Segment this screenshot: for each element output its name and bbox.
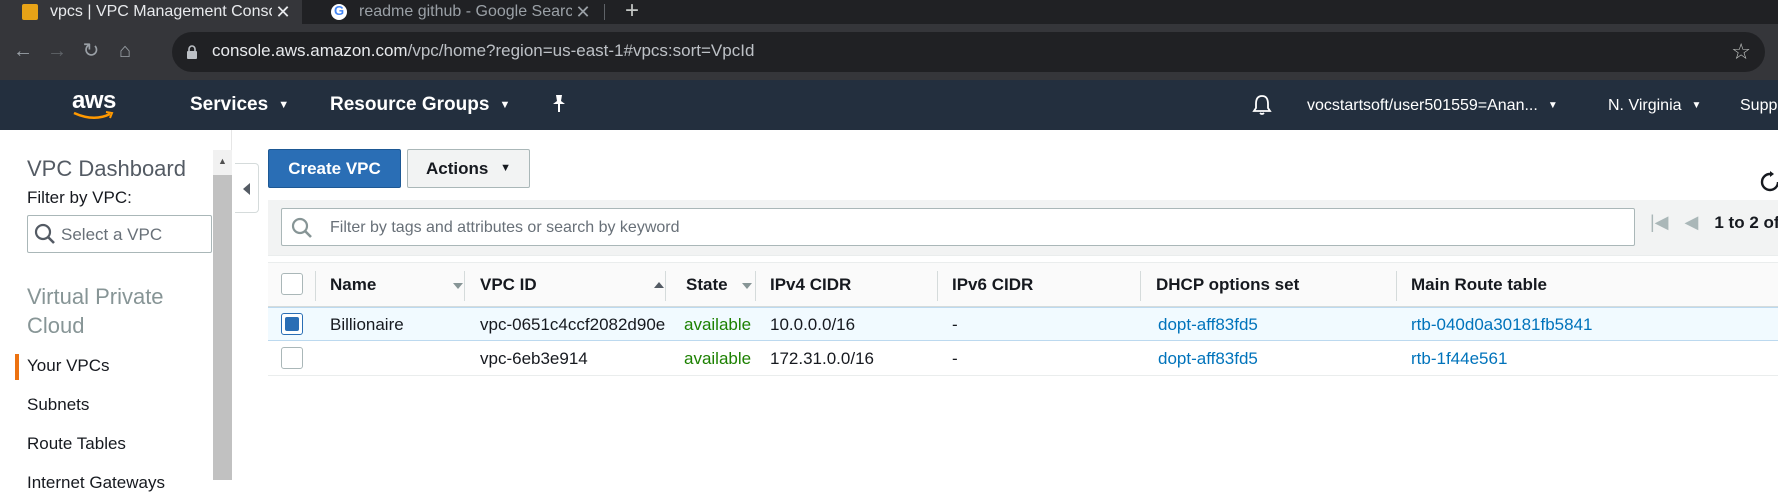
column-divider: [1396, 271, 1397, 301]
address-bar[interactable]: console.aws.amazon.com/vpc/home?region=u…: [172, 32, 1765, 72]
vpc-ipv6-cidr: -: [952, 349, 958, 368]
table-row[interactable]: vpc-6eb3e914 available 172.31.0.0/16 - d…: [268, 342, 1778, 376]
sidebar-item-route-tables[interactable]: Route Tables: [27, 434, 126, 454]
close-icon[interactable]: ✕: [572, 2, 594, 23]
vpc-ipv6-cidr: -: [952, 315, 958, 334]
actions-button[interactable]: Actions ▼: [407, 149, 530, 188]
vpc-ipv4-cidr: 10.0.0.0/16: [770, 315, 856, 334]
create-vpc-button[interactable]: Create VPC: [268, 149, 401, 188]
collapse-sidebar-button[interactable]: [235, 163, 259, 213]
search-input[interactable]: Filter by tags and attributes or search …: [281, 208, 1635, 246]
table-row[interactable]: Billionaire vpc-0651c4ccf2082d90e availa…: [268, 307, 1778, 341]
scrollbar-thumb[interactable]: [213, 175, 232, 480]
vpc-filter-select[interactable]: Select a VPC: [27, 215, 212, 253]
sidebar-item-subnets[interactable]: Subnets: [27, 395, 89, 415]
column-header-name[interactable]: Name: [330, 275, 376, 295]
filter-by-vpc-label: Filter by VPC:: [27, 188, 132, 207]
chevron-down-icon: ▼: [1691, 100, 1702, 111]
route-table-link[interactable]: rtb-1f44e561: [1411, 349, 1507, 369]
aws-smile-icon: [73, 111, 114, 119]
browser-tab-google[interactable]: readme github - Google Search ✕: [309, 0, 602, 24]
search-placeholder: Filter by tags and attributes or search …: [330, 219, 680, 236]
scroll-up-icon[interactable]: ▲: [218, 156, 227, 166]
prev-page-icon[interactable]: ◀: [1685, 212, 1699, 232]
browser-tab-vpcs[interactable]: vpcs | VPC Management Console ✕: [0, 0, 302, 24]
sidebar-item-your-vpcs[interactable]: Your VPCs: [27, 356, 110, 376]
bookmark-star-icon[interactable]: ☆: [1731, 39, 1751, 65]
filter-bar: Filter by tags and attributes or search …: [268, 200, 1778, 256]
pagination-text: 1 to 2 of: [1714, 213, 1778, 232]
vpc-id: vpc-6eb3e914: [480, 349, 588, 368]
table-header: Name VPC ID State IPv4 CIDR IPv6 CIDR DH…: [268, 262, 1778, 307]
column-header-ipv6-cidr[interactable]: IPv6 CIDR: [952, 275, 1033, 295]
sort-icon[interactable]: [453, 283, 463, 289]
tab-title: vpcs | VPC Management Console: [50, 3, 272, 20]
sidebar-section-heading: Virtual Private Cloud: [27, 284, 164, 338]
sidebar-title[interactable]: VPC Dashboard: [27, 156, 186, 182]
row-checkbox[interactable]: [281, 347, 303, 369]
vpc-state: available: [684, 315, 752, 334]
column-divider: [464, 271, 465, 301]
column-divider: [755, 271, 756, 301]
search-icon: [291, 217, 312, 238]
bell-icon[interactable]: [1252, 94, 1272, 116]
sort-ascending-icon[interactable]: [654, 282, 664, 288]
dhcp-options-link[interactable]: dopt-aff83fd5: [1158, 349, 1258, 369]
column-header-state[interactable]: State: [686, 275, 728, 295]
chevron-down-icon: ▼: [1547, 100, 1558, 111]
dhcp-options-link[interactable]: dopt-aff83fd5: [1158, 315, 1258, 335]
close-icon[interactable]: ✕: [272, 2, 294, 23]
reload-icon[interactable]: ↻: [78, 38, 104, 64]
vpc-id: vpc-0651c4ccf2082d90e: [480, 315, 666, 334]
browser-tabstrip: vpcs | VPC Management Console ✕ readme g…: [0, 0, 1778, 24]
chevron-down-icon: ▼: [500, 162, 511, 174]
route-table-link[interactable]: rtb-040d0a30181fb5841: [1411, 315, 1593, 335]
sort-icon[interactable]: [742, 283, 752, 289]
column-divider: [1140, 271, 1141, 301]
vpc-name: Billionaire: [330, 315, 404, 334]
back-icon[interactable]: ←: [10, 38, 36, 64]
region-menu[interactable]: N. Virginia ▼: [1608, 97, 1701, 115]
home-icon[interactable]: ⌂: [112, 38, 138, 64]
column-divider: [937, 271, 938, 301]
aws-header: aws Services ▼ Resource Groups ▼ vocstarts…: [0, 80, 1778, 130]
forward-icon[interactable]: →: [44, 38, 70, 64]
row-checkbox[interactable]: [281, 313, 303, 335]
vpc-filter-placeholder: Select a VPC: [61, 225, 163, 244]
lock-icon: [187, 45, 197, 59]
vpc-ipv4-cidr: 172.31.0.0/16: [770, 349, 874, 368]
column-divider: [315, 271, 316, 301]
refresh-icon[interactable]: [1758, 170, 1778, 194]
account-menu[interactable]: vocstartsoft/user501559=Anan... ▼: [1307, 97, 1558, 115]
aws-favicon-icon: [22, 4, 38, 20]
sidebar-scrollbar[interactable]: ▲: [213, 150, 232, 480]
pagination: |◀ ◀ 1 to 2 of: [1650, 212, 1778, 233]
vpc-state: available: [684, 349, 752, 368]
active-item-marker: [15, 354, 19, 380]
search-icon: [34, 223, 55, 244]
new-tab-icon[interactable]: +: [620, 0, 644, 24]
resource-groups-menu[interactable]: Resource Groups ▼: [330, 94, 510, 116]
browser-toolbar: ← → ↻ ⌂ console.aws.amazon.com/vpc/home?…: [0, 24, 1778, 80]
support-menu[interactable]: Supp: [1740, 97, 1777, 115]
chevron-down-icon: ▼: [499, 99, 511, 111]
services-menu[interactable]: Services ▼: [190, 94, 289, 116]
column-header-dhcp-options[interactable]: DHCP options set: [1156, 275, 1299, 295]
column-header-ipv4-cidr[interactable]: IPv4 CIDR: [770, 275, 851, 295]
tab-title: readme github - Google Search: [359, 3, 572, 20]
left-sidebar: VPC Dashboard Filter by VPC: Select a VP…: [0, 130, 232, 492]
google-favicon-icon: [331, 3, 347, 20]
chevron-down-icon: ▼: [278, 99, 290, 111]
vpc-table-panel: Filter by tags and attributes or search …: [268, 200, 1778, 380]
column-header-main-route-table[interactable]: Main Route table: [1411, 275, 1547, 295]
aws-logo[interactable]: aws: [70, 87, 120, 123]
column-divider: [665, 271, 666, 301]
column-header-vpc-id[interactable]: VPC ID: [480, 275, 537, 295]
url-text: console.aws.amazon.com/vpc/home?region=u…: [212, 41, 755, 60]
pin-icon[interactable]: [550, 94, 568, 114]
sidebar-item-internet-gateways[interactable]: Internet Gateways: [27, 473, 165, 493]
first-page-icon[interactable]: |◀: [1650, 212, 1669, 232]
tab-divider: [604, 4, 605, 20]
select-all-checkbox[interactable]: [281, 273, 303, 295]
